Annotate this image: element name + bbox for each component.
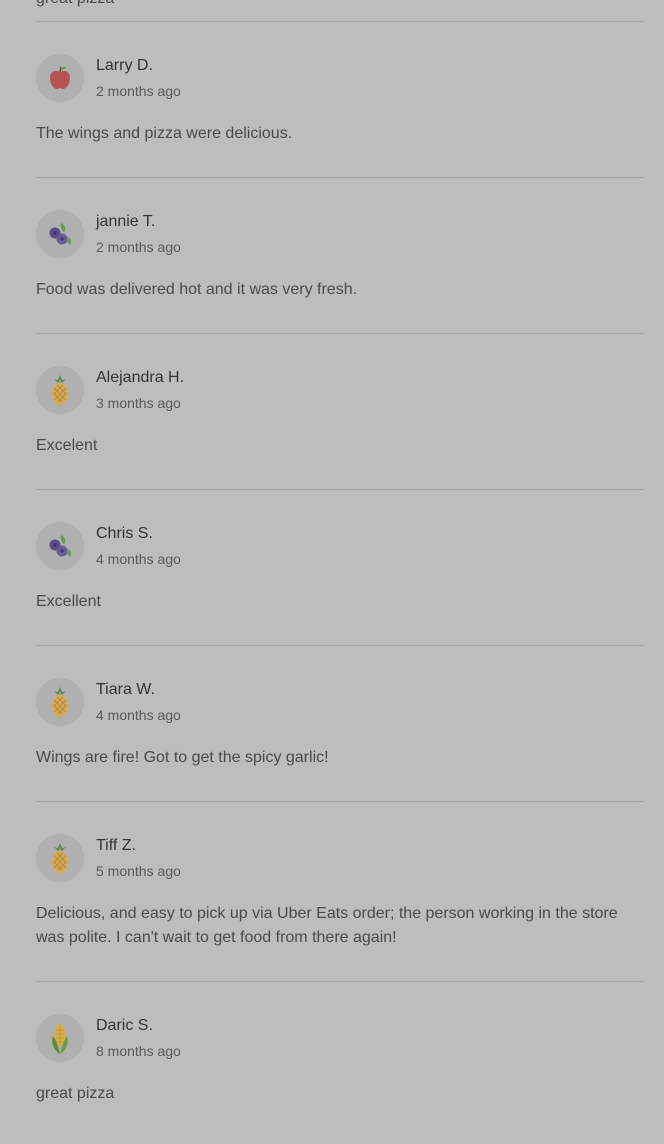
review-text: Excellent (36, 593, 101, 610)
blueberry-icon (36, 210, 84, 258)
review-item: Chris S. 4 months ago Excellent (36, 490, 644, 646)
review-text: The wings and pizza were delicious. (36, 125, 293, 142)
review-header: Chris S. 4 months ago (36, 522, 644, 570)
review-time: 2 months ago (96, 83, 181, 99)
reviewer-name: Alejandra H. (96, 369, 185, 386)
reviews-list: great pizza Larry D. 2 months ago The wi… (36, 0, 644, 1137)
review-header: Tiara W. 4 months ago (36, 678, 644, 726)
corn-icon (36, 1014, 84, 1062)
review-item: Tiff Z. 5 months ago Delicious, and easy… (36, 802, 644, 982)
review-text: Food was delivered hot and it was very f… (36, 281, 358, 298)
review-item: Larry D. 2 months ago The wings and pizz… (36, 22, 644, 178)
review-text: Excelent (36, 437, 98, 454)
review-text: great pizza (36, 0, 114, 11)
review-item: Daric S. 8 months ago great pizza (36, 982, 644, 1137)
reviewer-name: Chris S. (96, 525, 153, 542)
review-text: Wings are fire! Got to get the spicy gar… (36, 749, 329, 766)
review-time: 2 months ago (96, 239, 181, 255)
reviewer-name: Tiff Z. (96, 837, 136, 854)
review-item: Alejandra H. 3 months ago Excelent (36, 334, 644, 490)
review-time: 5 months ago (96, 863, 181, 879)
review-text: great pizza (36, 1085, 115, 1102)
review-item: Tiara W. 4 months ago Wings are fire! Go… (36, 646, 644, 802)
review-header: Alejandra H. 3 months ago (36, 366, 644, 414)
review-text: Delicious, and easy to pick up via Uber … (36, 905, 618, 946)
reviewer-name: Tiara W. (96, 681, 155, 698)
review-header: Larry D. 2 months ago (36, 54, 644, 102)
review-time: 4 months ago (96, 707, 181, 723)
pineapple-icon (36, 834, 84, 882)
review-header: jannie T. 2 months ago (36, 210, 644, 258)
blueberry-icon (36, 522, 84, 570)
reviewer-name: jannie T. (96, 213, 156, 230)
review-item: jannie T. 2 months ago Food was delivere… (36, 178, 644, 334)
pineapple-icon (36, 678, 84, 726)
reviewer-name: Daric S. (96, 1017, 153, 1034)
review-time: 3 months ago (96, 395, 181, 411)
review-header: Tiff Z. 5 months ago (36, 834, 644, 882)
review-header: Daric S. 8 months ago (36, 1014, 644, 1062)
review-time: 8 months ago (96, 1043, 181, 1059)
apple-icon (36, 54, 84, 102)
review-partial: great pizza (36, 0, 644, 22)
reviewer-name: Larry D. (96, 57, 153, 74)
review-time: 4 months ago (96, 551, 181, 567)
pineapple-icon (36, 366, 84, 414)
